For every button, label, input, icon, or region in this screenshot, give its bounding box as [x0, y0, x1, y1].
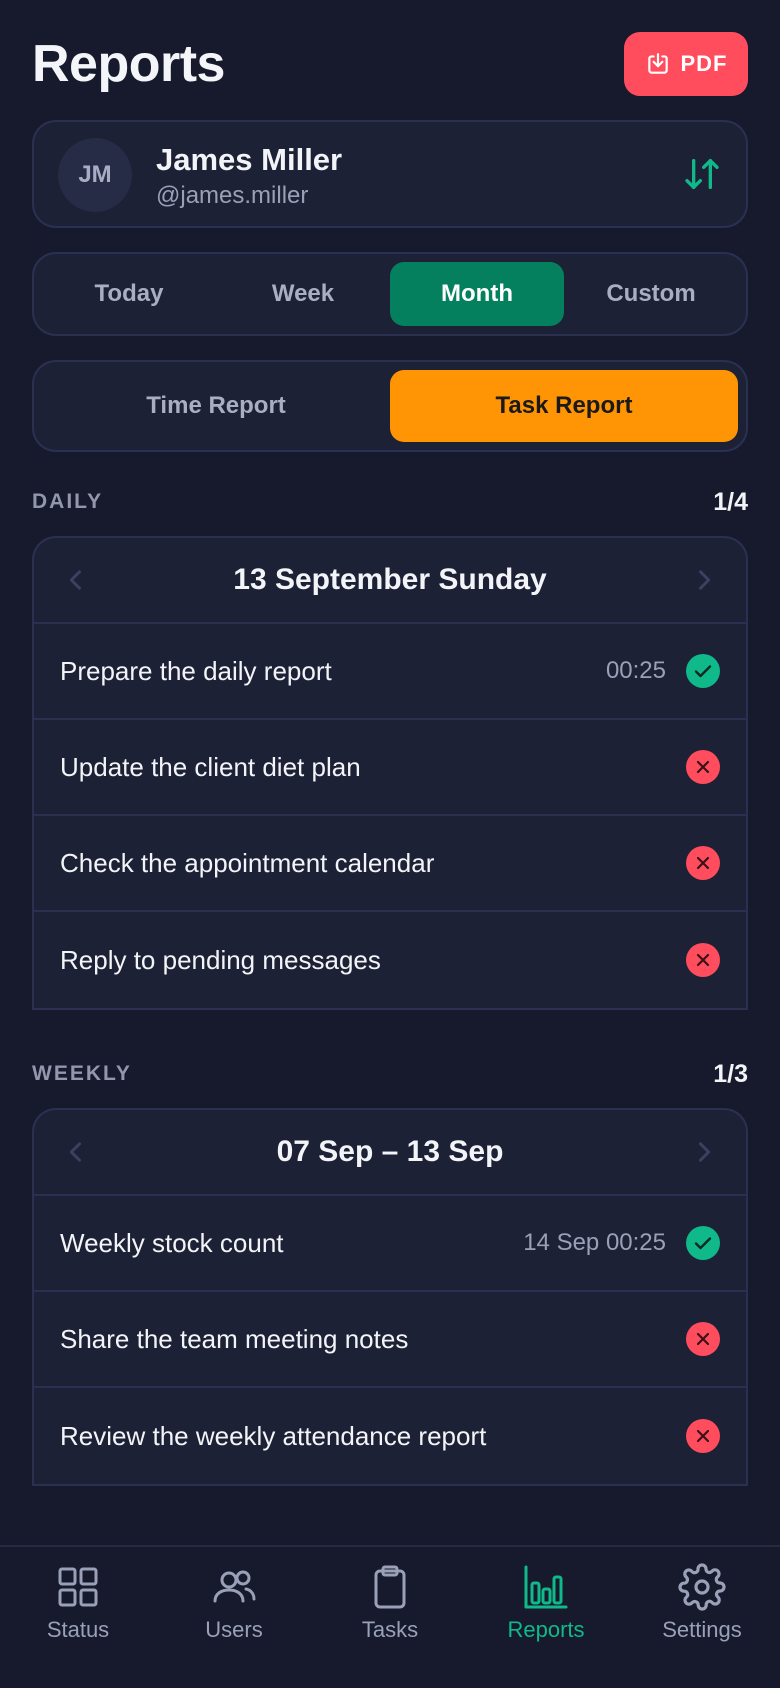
task-row[interactable]: Reply to pending messages — [34, 912, 746, 1008]
x-circle-icon — [686, 846, 720, 880]
daily-date: 13 September Sunday — [233, 563, 547, 596]
task-title: Prepare the daily report — [60, 655, 332, 686]
daily-card: 13 September Sunday Prepare the daily re… — [32, 536, 748, 1010]
task-title: Update the client diet plan — [60, 751, 361, 782]
task-row[interactable]: Weekly stock count 14 Sep 00:25 — [34, 1196, 746, 1292]
task-title: Reply to pending messages — [60, 944, 381, 975]
bottom-nav: Status Users Tasks Reports Settings — [0, 1545, 780, 1688]
task-title: Check the appointment calendar — [60, 847, 435, 878]
nav-label: Settings — [662, 1617, 742, 1642]
nav-item-settings[interactable]: Settings — [624, 1547, 780, 1688]
page-title: Reports — [32, 35, 225, 93]
users-icon — [213, 1570, 256, 1603]
x-circle-icon — [686, 1419, 720, 1453]
user-card[interactable]: JM James Miller @james.miller — [32, 120, 748, 228]
period-tabs: Today Week Month Custom — [32, 252, 748, 336]
daily-count: 1/4 — [713, 488, 748, 516]
daily-date-header: 13 September Sunday — [34, 538, 746, 624]
report-type-tabs: Time Report Task Report — [32, 360, 748, 452]
weekly-card: 07 Sep – 13 Sep Weekly stock count 14 Se… — [32, 1108, 748, 1486]
nav-label: Users — [205, 1617, 263, 1642]
task-title: Review the weekly attendance report — [60, 1420, 487, 1451]
download-icon — [647, 53, 668, 74]
tab-week[interactable]: Week — [216, 262, 390, 326]
nav-item-tasks[interactable]: Tasks — [312, 1547, 468, 1688]
daily-section-label: DAILY — [32, 490, 104, 513]
user-handle: @james.miller — [156, 182, 309, 209]
user-name: James Miller — [156, 142, 343, 177]
tab-today[interactable]: Today — [42, 262, 216, 326]
swap-vertical-icon[interactable] — [682, 154, 722, 194]
nav-label: Status — [46, 1617, 110, 1642]
task-title: Share the team meeting notes — [60, 1323, 409, 1354]
task-row[interactable]: Review the weekly attendance report — [34, 1388, 746, 1484]
chevron-left-icon[interactable] — [62, 566, 90, 594]
nav-item-users[interactable]: Users — [156, 1547, 312, 1688]
tab-month[interactable]: Month — [390, 262, 564, 326]
task-time: 14 Sep 00:25 — [523, 1229, 666, 1256]
weekly-section-label: WEEKLY — [32, 1062, 132, 1085]
x-circle-icon — [686, 1322, 720, 1356]
task-row[interactable]: Share the team meeting notes — [34, 1292, 746, 1388]
task-time: 00:25 — [605, 657, 666, 684]
nav-item-reports[interactable]: Reports — [468, 1547, 624, 1688]
weekly-date-range: 07 Sep – 13 Sep — [276, 1135, 504, 1168]
task-title: Weekly stock count — [60, 1227, 284, 1258]
chevron-right-icon[interactable] — [690, 1138, 718, 1166]
bar-chart-icon — [524, 1565, 568, 1609]
chevron-right-icon[interactable] — [690, 566, 718, 594]
gear-icon — [678, 1563, 726, 1611]
grid-icon — [58, 1567, 98, 1607]
weekly-count: 1/3 — [713, 1060, 748, 1088]
x-circle-icon — [686, 750, 720, 784]
task-row[interactable]: Update the client diet plan — [34, 720, 746, 816]
x-circle-icon — [686, 943, 720, 977]
tab-custom[interactable]: Custom — [564, 262, 738, 326]
check-circle-icon — [686, 1226, 720, 1260]
nav-label: Reports — [507, 1617, 585, 1642]
pdf-label: PDF — [680, 51, 728, 76]
nav-item-status[interactable]: Status — [0, 1547, 156, 1688]
chevron-left-icon[interactable] — [62, 1138, 90, 1166]
nav-label: Tasks — [361, 1617, 419, 1642]
export-pdf-button[interactable]: PDF — [624, 32, 748, 96]
clipboard-icon — [374, 1565, 406, 1609]
tab-task-report[interactable]: Task Report — [390, 370, 738, 442]
task-row[interactable]: Check the appointment calendar — [34, 816, 746, 912]
check-circle-icon — [686, 654, 720, 688]
task-row[interactable]: Prepare the daily report 00:25 — [34, 624, 746, 720]
avatar: JM — [58, 138, 132, 212]
weekly-date-header: 07 Sep – 13 Sep — [34, 1110, 746, 1196]
tab-time-report[interactable]: Time Report — [42, 370, 390, 442]
reports-screen: Reports PDF JM James Miller @james.mille… — [0, 0, 780, 1688]
